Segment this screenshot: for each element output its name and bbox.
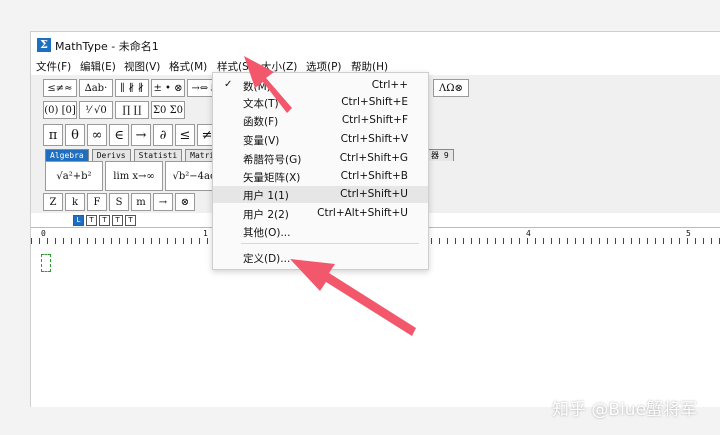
annotation-arrows xyxy=(244,56,416,336)
annotation-arrow-menu xyxy=(244,56,292,113)
annotation-arrow-define xyxy=(290,259,416,336)
watermark: 知乎 @Blue蟹将军 xyxy=(552,400,698,420)
